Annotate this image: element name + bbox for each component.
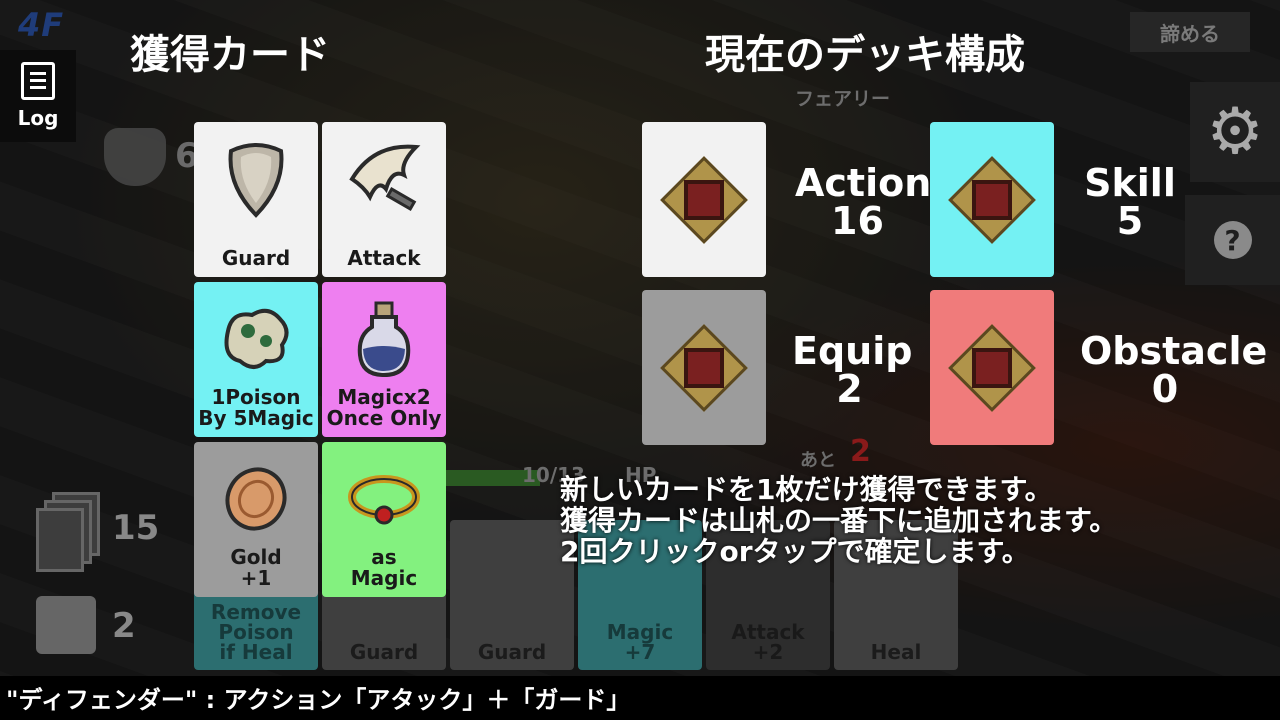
reward-card-label: Guard — [221, 246, 291, 270]
reward-card-label: Gold +1 — [230, 545, 282, 590]
reward-card-attack[interactable]: Attack — [322, 122, 446, 277]
question-icon: ? — [1213, 221, 1252, 259]
deck-type-count: 2 — [836, 367, 863, 411]
deck-count: 15 — [112, 508, 160, 548]
remaining-label: あと — [800, 450, 836, 471]
reward-card-poison[interactable]: 1Poison By 5Magic — [194, 282, 318, 437]
reward-card-label: 1Poison By 5Magic — [198, 385, 314, 430]
card-emblem-icon — [660, 155, 748, 244]
deck-type-count: 16 — [831, 199, 884, 243]
shield-icon — [104, 128, 166, 186]
reward-card-label: Magicx2 Once Only — [326, 385, 442, 430]
reward-card-gold[interactable]: Gold +1 — [194, 442, 318, 597]
hand-card-label: Heal — [870, 640, 922, 664]
discard-count: 2 — [112, 606, 136, 646]
hand-card-label: Guard — [477, 640, 547, 664]
hand-card-label: Remove Poison if Heal — [210, 600, 302, 664]
deck-type-obstacle-card — [930, 290, 1054, 445]
deck-type-action-card — [642, 122, 766, 277]
deck-type-action: Action 16 — [795, 161, 932, 243]
hand-card-label: Attack +2 — [731, 620, 805, 664]
deck-type-name: Equip — [792, 329, 913, 373]
reward-card-label: as Magic — [350, 545, 418, 590]
claw-icon — [322, 136, 446, 222]
acquire-title: 獲得カード — [130, 32, 330, 78]
coin-icon — [194, 456, 318, 542]
deck-type-name: Obstacle — [1080, 329, 1268, 373]
deck-pile-icon — [36, 492, 100, 572]
deck-type-count: 5 — [1116, 199, 1144, 243]
log-icon — [21, 62, 55, 100]
deck-type-obstacle: Obstacle 0 — [1080, 329, 1268, 411]
card-emblem-icon — [660, 323, 748, 412]
floor-indicator: 4F — [18, 6, 65, 44]
shield-icon — [194, 136, 318, 222]
remaining-value: 2 — [850, 434, 871, 469]
help-button[interactable]: ? — [1185, 195, 1280, 285]
deck-type-count: 0 — [1151, 367, 1179, 411]
gear-icon: ⚙ — [1206, 95, 1264, 169]
card-description: "ディフェンダー" : アクション「アタック」＋「ガード」 — [6, 686, 631, 714]
ring-icon — [322, 456, 446, 542]
enemy-name: フェアリー — [795, 88, 891, 110]
poison-cloud-icon — [194, 296, 318, 382]
instruction-line: 2回クリックorタップで確定します。 — [560, 535, 1030, 568]
instruction-text: 新しいカードを1枚だけ獲得できます。 獲得カードは山札の一番下に追加されます。 … — [560, 474, 1117, 567]
deck-title: 現在のデッキ構成 — [705, 32, 1025, 78]
hand-card-3[interactable]: Guard — [450, 520, 574, 670]
discard-tray-icon — [36, 596, 96, 654]
deck-type-skill: Skill 5 — [1075, 164, 1185, 240]
reward-card-label: Attack — [347, 246, 421, 270]
reward-card-ring[interactable]: as Magic — [322, 442, 446, 597]
instruction-line: 新しいカードを1枚だけ獲得できます。 — [560, 473, 1053, 506]
deck-type-name: Skill — [1084, 161, 1176, 205]
settings-button[interactable]: ⚙ — [1190, 82, 1280, 182]
reward-card-guard[interactable]: Guard — [194, 122, 318, 277]
deck-type-name: Action — [795, 161, 932, 205]
log-button[interactable]: Log — [0, 50, 76, 142]
deck-type-equip-card — [642, 290, 766, 445]
instruction-line: 獲得カードは山札の一番下に追加されます。 — [560, 504, 1118, 537]
potion-icon — [322, 296, 446, 382]
card-emblem-icon — [948, 155, 1036, 244]
hand-card-label: Guard — [349, 640, 419, 664]
hand-card-label: Magic +7 — [606, 620, 674, 664]
deck-type-equip: Equip 2 — [792, 329, 913, 411]
reward-card-magic[interactable]: Magicx2 Once Only — [322, 282, 446, 437]
give-up-button[interactable]: 諦める — [1130, 12, 1250, 52]
deck-type-skill-card — [930, 122, 1054, 277]
card-emblem-icon — [948, 323, 1036, 412]
log-label: Log — [17, 106, 59, 130]
